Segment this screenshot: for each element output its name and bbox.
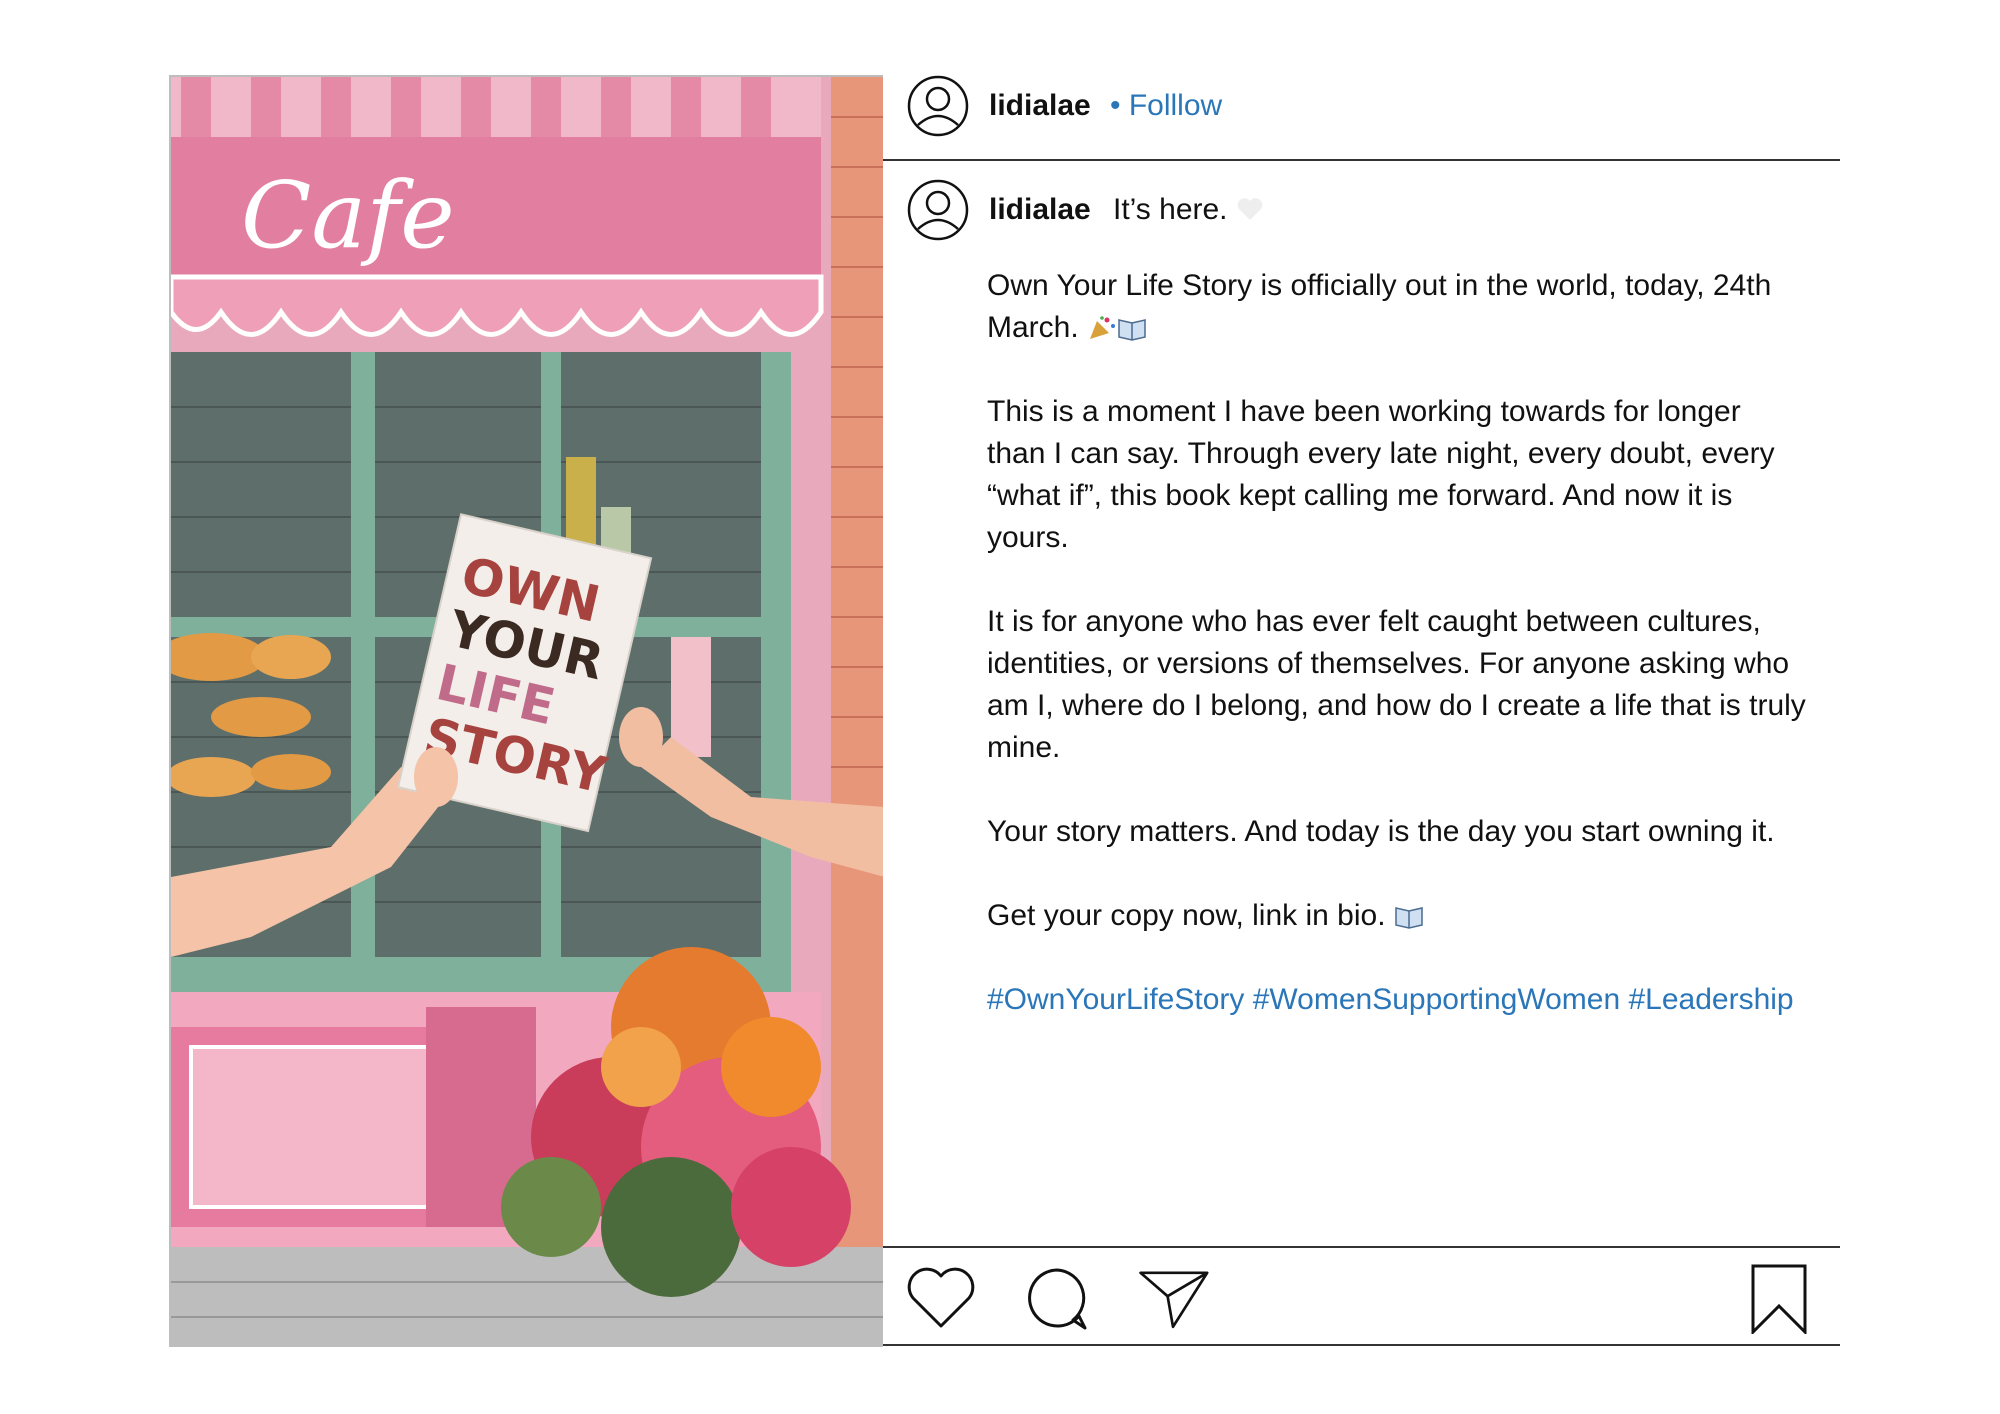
share-icon [1139,1271,1209,1329]
like-button[interactable] [905,1262,977,1334]
cafe-sign: Cafe [241,162,455,269]
user-icon [907,75,969,137]
caption-username[interactable]: lidialae [989,193,1091,227]
caption-paragraph-text: This is a moment I have been working tow… [987,395,1775,554]
open-book-icon [1118,319,1146,341]
header-username[interactable]: lidialae [989,89,1091,123]
bookmark-icon [1751,1264,1807,1334]
hashtags[interactable]: #OwnYourLifeStory #WomenSupportingWomen … [987,979,1807,1021]
heart-icon [907,1267,975,1328]
comment-button[interactable] [1021,1262,1093,1334]
user-icon [907,179,969,241]
caption-paragraph: This is a moment I have been working tow… [987,391,1807,559]
share-button[interactable] [1137,1262,1209,1334]
caption-body: Own Your Life Story is officially out in… [987,265,1807,1021]
white-heart-icon [1237,198,1262,220]
follow-button[interactable]: • Folllow [1110,89,1222,123]
caption-paragraph: Your story matters. And today is the day… [987,811,1807,853]
party-popper-icon [1090,316,1116,339]
caption-first-line: It’s here. [1113,193,1264,227]
post-header: lidialae • Folllow [883,75,1840,161]
open-book-icon [1395,907,1423,929]
caption-paragraph-text: It is for anyone who has ever felt caugh… [987,605,1806,764]
caption-paragraph: Own Your Life Story is officially out in… [987,265,1807,349]
bookmark-button[interactable] [1743,1262,1815,1334]
post-panel: lidialae • Folllow lidialae It’s here. O… [883,75,1840,1347]
post-card: Cafe OWN YOUR LIFE STORY lidialae • Foll… [169,75,1840,1347]
caption-paragraph-text: Get your copy now, link in bio. [987,899,1386,932]
caption-avatar[interactable] [907,179,969,241]
post-image[interactable]: Cafe OWN YOUR LIFE STORY [169,75,883,1347]
avatar[interactable] [907,75,969,137]
caption-paragraph: It is for anyone who has ever felt caugh… [987,601,1807,769]
action-bar [883,1246,1840,1346]
caption-paragraph-text: Your story matters. And today is the day… [987,815,1775,848]
caption-paragraph: Get your copy now, link in bio. [987,895,1807,937]
caption-first-line-text: It’s here. [1113,193,1228,226]
comment-icon [1028,1268,1087,1330]
